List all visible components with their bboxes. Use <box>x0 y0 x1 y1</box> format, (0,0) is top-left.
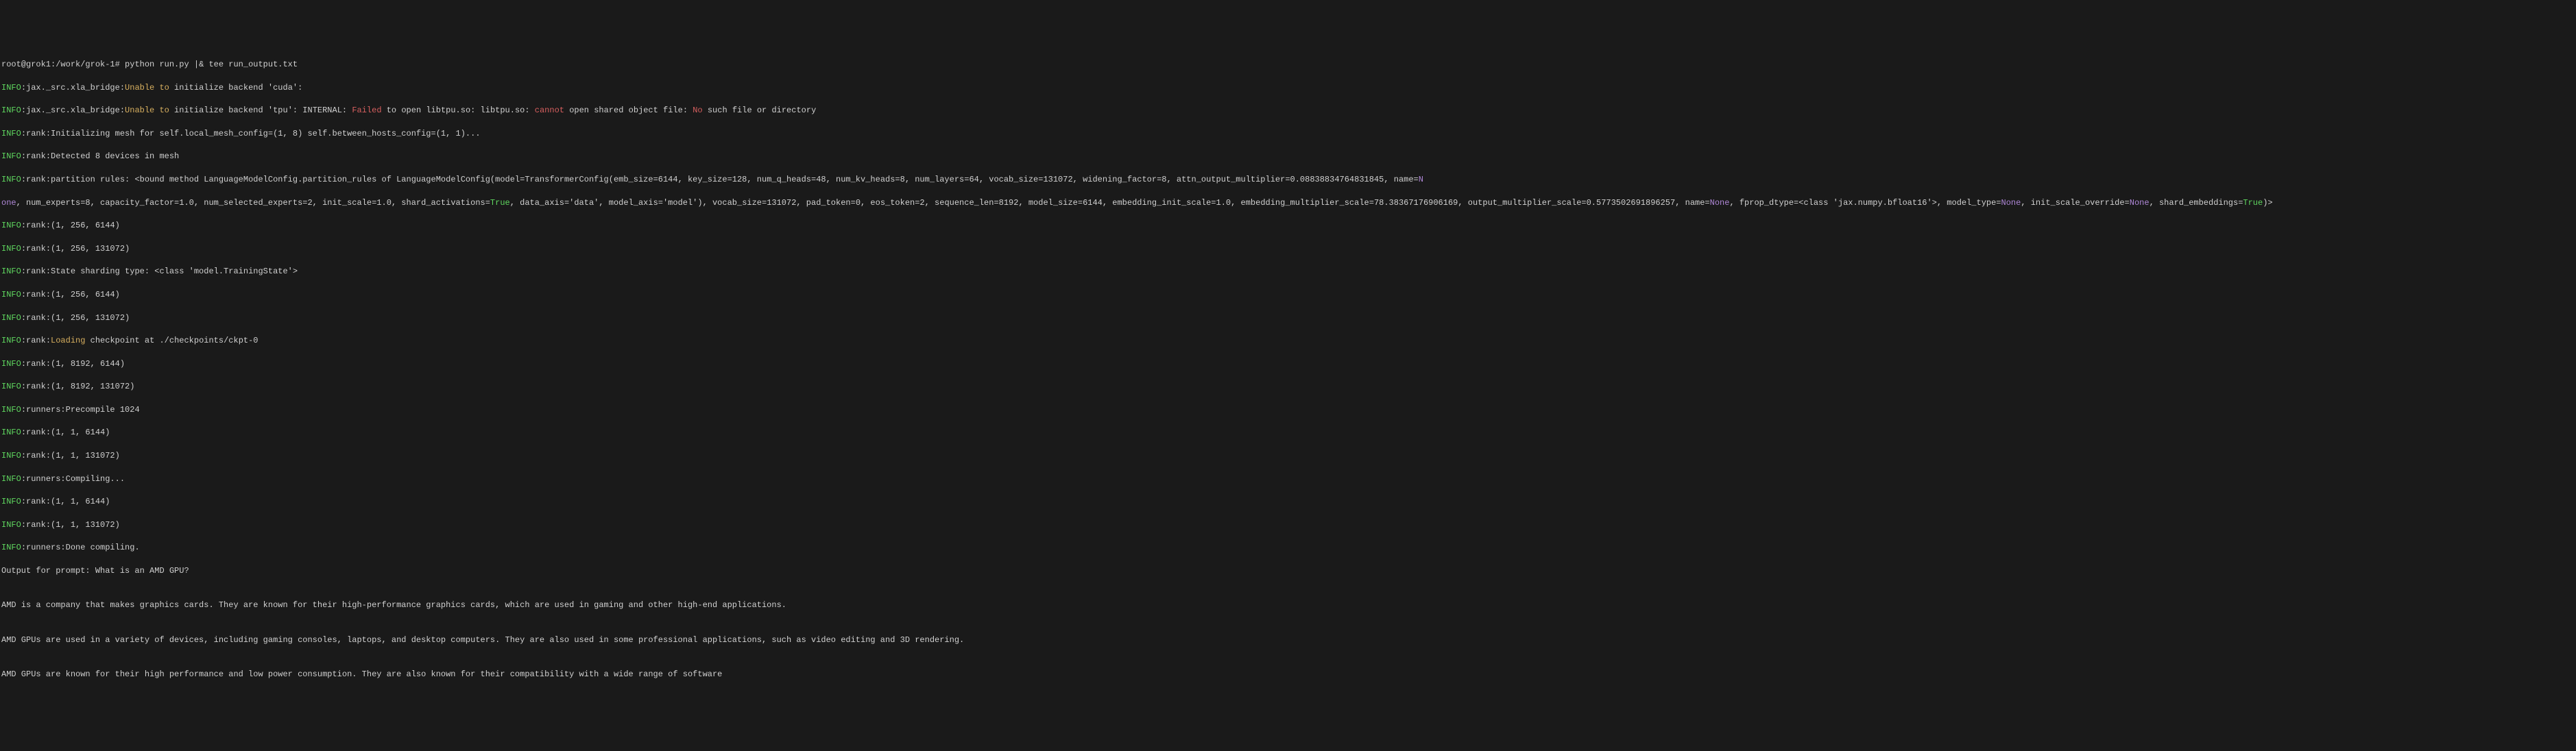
log-error: cannot <box>535 106 564 115</box>
log-level: INFO <box>1 267 21 276</box>
log-level: INFO <box>1 359 21 369</box>
log-line: INFO:rank:(1, 1, 131072) <box>1 450 2575 462</box>
log-line: INFO:rank:(1, 256, 131072) <box>1 312 2575 324</box>
log-line: INFO:rank:(1, 8192, 6144) <box>1 358 2575 370</box>
log-value-true: True <box>490 198 510 208</box>
log-value-true: True <box>2243 198 2263 208</box>
log-level: INFO <box>1 405 21 415</box>
log-text: to open libtpu.so: libtpu.so: <box>382 106 535 115</box>
log-module: :jax._src.xla_bridge: <box>21 83 125 93</box>
log-text: :rank:(1, 256, 6144) <box>21 221 120 230</box>
log-value-none: None <box>1710 198 1730 208</box>
log-line: INFO:runners:Precompile 1024 <box>1 404 2575 416</box>
log-level: INFO <box>1 382 21 391</box>
log-text: :rank:(1, 8192, 6144) <box>21 359 125 369</box>
log-text: checkpoint at ./checkpoints/ckpt-0 <box>85 336 258 345</box>
log-text: :rank:Detected 8 devices in mesh <box>21 151 179 161</box>
log-text: , data_axis='data', model_axis='model'),… <box>510 198 1710 208</box>
log-error: Failed <box>352 106 381 115</box>
log-text: :rank:Initializing mesh for self.local_m… <box>21 129 481 138</box>
log-level: INFO <box>1 290 21 299</box>
log-text: :rank:partition rules: <bound method Lan… <box>21 175 1419 184</box>
log-line: INFO:rank:State sharding type: <class 'm… <box>1 266 2575 278</box>
log-level: INFO <box>1 221 21 230</box>
log-line-partition: INFO:rank:partition rules: <bound method… <box>1 174 2575 186</box>
log-level: INFO <box>1 543 21 552</box>
log-level: INFO <box>1 497 21 506</box>
model-output-line: AMD GPUs are used in a variety of device… <box>1 635 2575 646</box>
log-level: INFO <box>1 451 21 460</box>
output-prompt-line: Output for prompt: What is an AMD GPU? <box>1 565 2575 577</box>
log-text: :rank:State sharding type: <class 'model… <box>21 267 298 276</box>
shell-prompt-line: root@grok1:/work/grok-1# python run.py |… <box>1 59 2575 71</box>
log-text: :runners:Precompile 1024 <box>21 405 140 415</box>
log-line: INFO:rank:(1, 256, 6144) <box>1 220 2575 232</box>
log-text: :runners:Compiling... <box>21 474 125 484</box>
log-text: :rank:(1, 1, 6144) <box>21 497 110 506</box>
log-text: open shared object file: <box>564 106 693 115</box>
model-output-line: AMD is a company that makes graphics car… <box>1 600 2575 611</box>
terminal-output: root@grok1:/work/grok-1# python run.py |… <box>1 47 2575 692</box>
log-loading: Loading <box>51 336 85 345</box>
log-text: :rank:(1, 1, 131072) <box>21 451 120 460</box>
log-line: INFO:jax._src.xla_bridge:Unable to initi… <box>1 82 2575 94</box>
log-text: initialize backend 'tpu': INTERNAL: <box>169 106 352 115</box>
log-line: INFO:rank:Detected 8 devices in mesh <box>1 151 2575 162</box>
log-line: INFO:rank:(1, 256, 6144) <box>1 289 2575 301</box>
log-line: INFO:rank:(1, 8192, 131072) <box>1 381 2575 393</box>
log-text: initialize backend 'cuda': <box>169 83 302 93</box>
log-text: , shard_embeddings= <box>2150 198 2243 208</box>
model-output-line: AMD GPUs are known for their high perfor… <box>1 669 2575 680</box>
log-line: INFO:rank:(1, 1, 131072) <box>1 519 2575 531</box>
log-line: INFO:runners:Compiling... <box>1 473 2575 485</box>
log-value-none: None <box>2001 198 2021 208</box>
log-text: , fprop_dtype=<class 'jax.numpy.bfloat16… <box>1729 198 2001 208</box>
prompt-user-host: root@grok1 <box>1 60 51 69</box>
log-line: INFO:rank:Initializing mesh for self.loc… <box>1 128 2575 140</box>
log-text: :rank:(1, 1, 6144) <box>21 428 110 437</box>
log-text: :rank:(1, 256, 131072) <box>21 313 130 323</box>
log-line: INFO:rank:(1, 1, 6144) <box>1 496 2575 508</box>
log-level: INFO <box>1 106 21 115</box>
log-value-none: None <box>2130 198 2150 208</box>
log-level: INFO <box>1 129 21 138</box>
log-text: )> <box>2263 198 2272 208</box>
log-level: INFO <box>1 520 21 530</box>
log-text: :runners:Done compiling. <box>21 543 140 552</box>
log-text: :rank:(1, 256, 131072) <box>21 244 130 254</box>
log-line: INFO:rank:Loading checkpoint at ./checkp… <box>1 335 2575 347</box>
log-level: INFO <box>1 313 21 323</box>
log-warn: Unable to <box>125 106 169 115</box>
log-line-partition-cont: one, num_experts=8, capacity_factor=1.0,… <box>1 197 2575 209</box>
log-value: one <box>1 198 16 208</box>
log-line: INFO:rank:(1, 1, 6144) <box>1 427 2575 439</box>
log-value: N <box>1419 175 1423 184</box>
log-line: INFO:runners:Done compiling. <box>1 542 2575 554</box>
log-level: INFO <box>1 151 21 161</box>
log-text: , init_scale_override= <box>2021 198 2129 208</box>
log-level: INFO <box>1 336 21 345</box>
log-level: INFO <box>1 175 21 184</box>
prompt-path: :/work/grok-1# <box>51 60 120 69</box>
log-line: INFO:rank:(1, 256, 131072) <box>1 243 2575 255</box>
log-module: :jax._src.xla_bridge: <box>21 106 125 115</box>
log-line: INFO:jax._src.xla_bridge:Unable to initi… <box>1 105 2575 116</box>
log-error: No <box>693 106 702 115</box>
log-text: such file or directory <box>703 106 817 115</box>
shell-command: python run.py |& tee run_output.txt <box>120 60 298 69</box>
log-level: INFO <box>1 83 21 93</box>
log-level: INFO <box>1 474 21 484</box>
log-level: INFO <box>1 244 21 254</box>
log-text: , num_experts=8, capacity_factor=1.0, nu… <box>16 198 490 208</box>
log-text: :rank:(1, 8192, 131072) <box>21 382 135 391</box>
log-text: :rank: <box>21 336 51 345</box>
log-warn: Unable to <box>125 83 169 93</box>
log-text: :rank:(1, 1, 131072) <box>21 520 120 530</box>
log-text: :rank:(1, 256, 6144) <box>21 290 120 299</box>
log-level: INFO <box>1 428 21 437</box>
